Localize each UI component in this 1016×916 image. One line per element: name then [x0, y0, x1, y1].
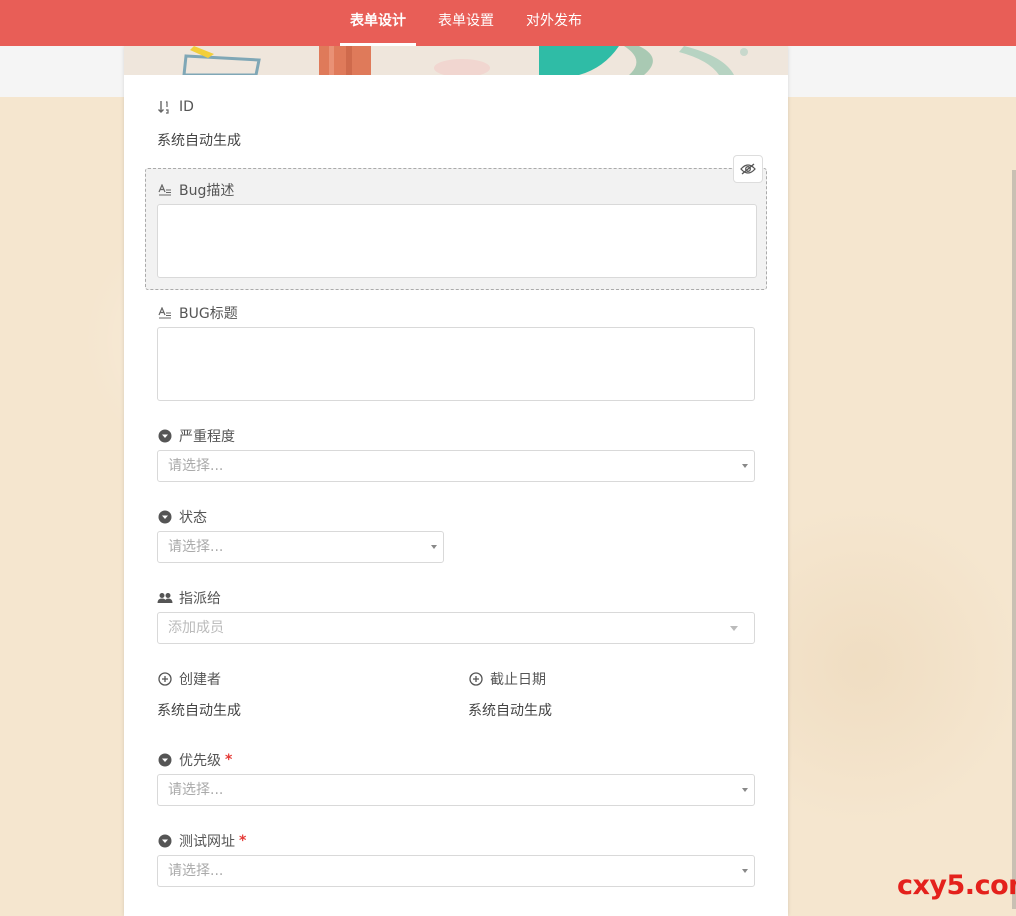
status-label: 状态: [157, 507, 207, 527]
bug-title-label-text: BUG标题: [179, 306, 238, 322]
assignee-select[interactable]: 添加成员: [157, 612, 755, 644]
text-field-icon: [157, 305, 173, 321]
top-nav-bar: 表单设计 表单设置 对外发布: [0, 0, 1016, 46]
creator-value: 系统自动生成: [157, 703, 241, 719]
chevron-down-icon: [742, 464, 748, 468]
id-label-text: ID: [179, 99, 194, 115]
add-circle-icon: [157, 671, 173, 687]
test-url-select[interactable]: 请选择...: [157, 855, 755, 887]
eye-icon: [740, 163, 756, 175]
required-mark: *: [239, 833, 247, 849]
visibility-toggle-button[interactable]: [733, 155, 763, 183]
tab-form-design[interactable]: 表单设计: [340, 0, 416, 46]
assignee-label-text: 指派给: [179, 591, 221, 607]
tab-form-settings[interactable]: 表单设置: [428, 0, 504, 46]
add-circle-icon: [468, 671, 484, 687]
chevron-down-icon: [742, 788, 748, 792]
dropdown-circle-icon: [157, 752, 173, 768]
id-field-label: ID: [157, 99, 194, 115]
status-placeholder: 请选择...: [168, 539, 224, 555]
status-select[interactable]: 请选择...: [157, 531, 444, 563]
text-field-icon: [157, 182, 173, 198]
chevron-down-icon: [431, 545, 437, 549]
priority-label-text: 优先级: [179, 753, 221, 769]
status-label-text: 状态: [179, 510, 207, 526]
test-url-label-text: 测试网址: [179, 834, 235, 850]
tab-publish[interactable]: 对外发布: [516, 0, 592, 46]
bug-title-textarea[interactable]: [157, 327, 755, 401]
page-scrollbar[interactable]: [1012, 170, 1016, 909]
assignee-placeholder: 添加成员: [168, 620, 224, 636]
sort-number-icon: [157, 99, 173, 115]
form-card: ID 系统自动生成 Bug描述 BUG标题 严重程度 请选择... 状态 请选择…: [124, 46, 788, 916]
priority-label: 优先级 *: [157, 750, 232, 770]
nav-tabs: 表单设计 表单设置 对外发布: [340, 0, 604, 46]
chevron-down-icon: [742, 869, 748, 873]
bug-desc-label: Bug描述: [157, 180, 234, 200]
priority-select[interactable]: 请选择...: [157, 774, 755, 806]
creator-label: 创建者: [157, 669, 221, 689]
id-value: 系统自动生成: [157, 133, 241, 149]
severity-placeholder: 请选择...: [168, 458, 224, 474]
creator-label-text: 创建者: [179, 672, 221, 688]
bug-desc-label-text: Bug描述: [179, 183, 235, 199]
test-url-label: 测试网址 *: [157, 831, 246, 851]
required-mark: *: [225, 752, 233, 768]
site-watermark: cxy5.com: [897, 870, 1016, 901]
severity-label-text: 严重程度: [179, 429, 235, 445]
deadline-label-text: 截止日期: [490, 672, 546, 688]
chevron-down-icon: [730, 626, 738, 631]
dropdown-circle-icon: [157, 509, 173, 525]
test-url-placeholder: 请选择...: [168, 863, 224, 879]
members-icon: [157, 590, 173, 606]
priority-placeholder: 请选择...: [168, 782, 224, 798]
severity-select[interactable]: 请选择...: [157, 450, 755, 482]
assignee-label: 指派给: [157, 588, 221, 608]
severity-label: 严重程度: [157, 426, 235, 446]
dropdown-circle-icon: [157, 833, 173, 849]
deadline-label: 截止日期: [468, 669, 546, 689]
form-banner-image: [124, 46, 788, 75]
bug-desc-textarea[interactable]: [157, 204, 757, 278]
deadline-value: 系统自动生成: [468, 703, 552, 719]
dropdown-circle-icon: [157, 428, 173, 444]
bug-title-label: BUG标题: [157, 303, 238, 323]
